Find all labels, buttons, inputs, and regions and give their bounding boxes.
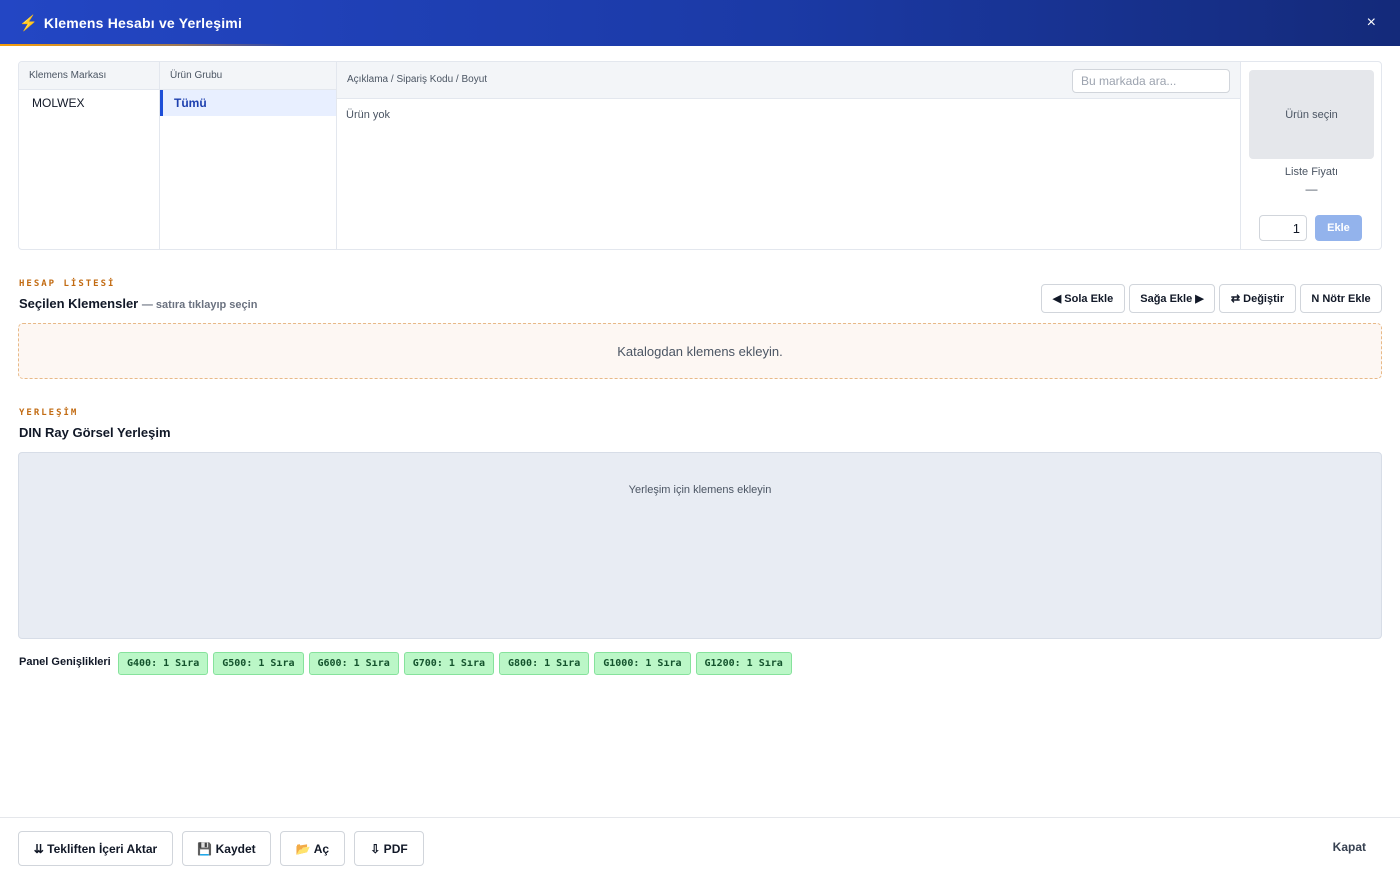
add-right-button[interactable]: Sağa Ekle ▶ xyxy=(1129,284,1215,313)
panel-width-badge: G1000: 1 Sıra xyxy=(594,652,691,675)
panel-width-badge: G600: 1 Sıra xyxy=(308,652,399,675)
catalog-panel: Klemens Markası MOLWEX Ürün Grubu Tümü A… xyxy=(18,61,1382,250)
pdf-button[interactable]: ⇩ PDF xyxy=(354,831,424,866)
product-column: Açıklama / Sipariş Kodu / Boyut Ürün yok xyxy=(337,62,1241,249)
close-button[interactable]: Kapat xyxy=(1333,840,1366,854)
add-left-button[interactable]: ◀ Sola Ekle xyxy=(1041,284,1125,313)
selected-terminals-title: Seçilen Klemensler — satıra tıklayıp seç… xyxy=(19,296,257,311)
save-button[interactable]: 💾 Kaydet xyxy=(182,831,271,866)
panel-width-badge: G700: 1 Sıra xyxy=(403,652,494,675)
panel-width-badge: G800: 1 Sıra xyxy=(499,652,590,675)
selected-terminals-hint: — satıra tıklayıp seçin xyxy=(141,299,258,311)
product-detail-column: Ürün seçin Liste Fiyatı — Ekle xyxy=(1241,62,1381,249)
group-column: Ürün Grubu Tümü xyxy=(160,62,337,249)
close-icon[interactable]: × xyxy=(1367,13,1376,33)
swap-button[interactable]: ⇄ Değiştir xyxy=(1219,284,1296,313)
list-price-value: — xyxy=(1305,182,1318,196)
brand-search-input[interactable] xyxy=(1072,69,1230,93)
title-bar: ⚡ Klemens Hesabı ve Yerleşimi × xyxy=(0,0,1400,46)
import-from-quote-button[interactable]: ⇊ Tekliften İçeri Aktar xyxy=(18,831,173,866)
selected-terminals-title-text: Seçilen Klemensler xyxy=(19,296,139,311)
din-rail-empty-text: Yerleşim için klemens ekleyin xyxy=(628,484,772,496)
panel-widths-label: Panel Genişlikleri xyxy=(19,656,111,668)
product-column-title: Açıklama / Sipariş Kodu / Boyut xyxy=(347,74,488,85)
panel-width-badge: G500: 1 Sıra xyxy=(213,652,304,675)
add-neutral-button[interactable]: N Nötr Ekle xyxy=(1300,284,1382,313)
brand-column: Klemens Markası MOLWEX xyxy=(19,62,160,249)
brand-column-header: Klemens Markası xyxy=(19,62,159,90)
din-rail-canvas: Yerleşim için klemens ekleyin xyxy=(18,452,1382,639)
window-title-text: Klemens Hesabı ve Yerleşimi xyxy=(43,15,243,31)
list-section-eyebrow: HESAP LİSTESİ xyxy=(19,279,116,289)
list-price-label: Liste Fiyatı xyxy=(1284,166,1339,178)
group-item-all[interactable]: Tümü xyxy=(160,90,336,116)
layout-section-eyebrow: YERLEŞİM xyxy=(19,408,79,418)
din-rail-title: DIN Ray Görsel Yerleşim xyxy=(19,425,171,440)
product-preview: Ürün seçin xyxy=(1249,70,1374,159)
panel-width-badges: G400: 1 Sıra G500: 1 Sıra G600: 1 Sıra G… xyxy=(118,652,792,675)
brand-item-molwex[interactable]: MOLWEX xyxy=(19,90,159,116)
add-button[interactable]: Ekle xyxy=(1315,215,1362,241)
no-products-text: Ürün yok xyxy=(346,109,391,121)
product-column-header: Açıklama / Sipariş Kodu / Boyut xyxy=(337,62,1240,99)
footer-bar: ⇊ Tekliften İçeri Aktar 💾 Kaydet 📂 Aç ⇩ … xyxy=(0,817,1400,877)
selected-terminals-empty: Katalogdan klemens ekleyin. xyxy=(18,323,1382,379)
window-title: ⚡ Klemens Hesabı ve Yerleşimi xyxy=(19,14,242,32)
panel-width-badge: G400: 1 Sıra xyxy=(118,652,209,675)
title-accent-line xyxy=(0,44,290,46)
group-column-header: Ürün Grubu xyxy=(160,62,336,90)
panel-width-badge: G1200: 1 Sıra xyxy=(695,652,792,675)
open-button[interactable]: 📂 Aç xyxy=(280,831,345,866)
quantity-input[interactable] xyxy=(1259,215,1307,241)
lightning-icon: ⚡ xyxy=(19,15,38,32)
